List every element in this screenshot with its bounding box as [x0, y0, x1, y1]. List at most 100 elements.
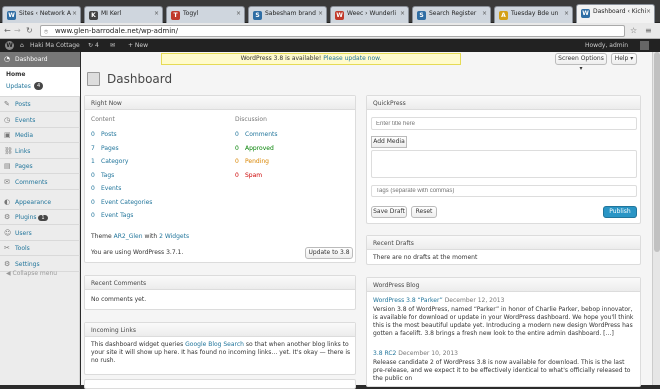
- close-tab-icon[interactable]: ×: [318, 10, 323, 17]
- sidebar-item-dashboard[interactable]: ◔ Dashboard: [0, 52, 80, 67]
- submenu-updates[interactable]: Updates: [6, 83, 31, 90]
- blog-post-link[interactable]: WordPress 3.8 “Parker”: [373, 297, 443, 304]
- browser-tab[interactable]: K MI Kerl ×: [84, 6, 163, 23]
- content-count-row[interactable]: 0 Event Categories: [91, 199, 152, 206]
- comments-icon[interactable]: ✉: [110, 42, 115, 49]
- post-content-textarea[interactable]: [371, 150, 637, 178]
- content-count-row[interactable]: 7 Pages: [91, 145, 119, 152]
- sidebar-item-tools[interactable]: ✂ Tools: [0, 241, 80, 257]
- back-icon[interactable]: ←: [4, 26, 11, 35]
- home-icon: ⌂: [20, 42, 24, 49]
- wordpress-blog-title[interactable]: WordPress Blog: [367, 278, 640, 292]
- recent-drafts-widget: Recent Drafts There are no drafts at the…: [366, 235, 641, 265]
- updates-icon[interactable]: ↻ 4: [88, 42, 99, 49]
- scrollbar-thumb[interactable]: [654, 52, 660, 252]
- page-scrollbar[interactable]: [652, 52, 660, 385]
- sidebar-item-label: Links: [15, 147, 31, 155]
- collapse-icon[interactable]: ◀ Collapse menu: [6, 270, 57, 277]
- dashboard-page-icon: [87, 72, 100, 86]
- tab-title: Sabesham brand: [265, 10, 316, 17]
- discussion-count-row[interactable]: 0 Spam: [235, 172, 262, 179]
- avatar[interactable]: [640, 41, 649, 50]
- browser-tab[interactable]: W Weec › Wunderli ×: [330, 6, 409, 23]
- next-widget: [84, 379, 356, 389]
- close-tab-icon[interactable]: ×: [236, 10, 241, 17]
- no-drafts-text: There are no drafts at the moment: [373, 254, 478, 261]
- theme-link[interactable]: AR2_Glen: [114, 233, 143, 240]
- address-bar[interactable]: ⌾ www.glen-barrodale.net/wp-admin/: [40, 25, 625, 37]
- incoming-links-widget: Incoming Links This dashboard widget que…: [84, 322, 356, 375]
- post-title-input[interactable]: [371, 117, 637, 130]
- sidebar-item-events[interactable]: ◷ Events: [0, 113, 80, 128]
- dashboard-icon: ◔: [4, 55, 11, 63]
- recent-drafts-title[interactable]: Recent Drafts: [367, 236, 640, 250]
- new-content-button[interactable]: + New: [128, 42, 148, 49]
- post-tags-input[interactable]: [371, 185, 637, 197]
- tab-title: Sites ‹ Network A: [19, 10, 71, 17]
- tab-title: MI Kerl: [101, 10, 122, 17]
- sidebar-item-label: Events: [15, 116, 36, 124]
- close-tab-icon[interactable]: ×: [72, 10, 77, 17]
- browser-tab[interactable]: W Sites ‹ Network A ×: [2, 6, 81, 23]
- content-count-row[interactable]: 0 Events: [91, 185, 121, 192]
- discussion-count-row[interactable]: 0 Approved: [235, 145, 274, 152]
- sidebar-item-posts[interactable]: ✎ Posts: [0, 97, 80, 112]
- help-button[interactable]: Help ▾: [611, 53, 637, 65]
- tab-favicon-icon: S: [253, 11, 262, 20]
- updates-count: 4: [94, 42, 99, 49]
- blog-post-excerpt: Version 3.8 of WordPress, named “Parker”…: [373, 306, 634, 337]
- google-blog-search-link[interactable]: Google Blog Search: [185, 341, 244, 348]
- browser-tab[interactable]: S Search Register ×: [412, 6, 491, 23]
- discussion-count-row[interactable]: 0 Pending: [235, 158, 269, 165]
- version-text: You are using WordPress 3.7.1.: [91, 249, 184, 256]
- sidebar-item-appearance[interactable]: ◐ Appearance: [0, 195, 80, 210]
- content-count-row[interactable]: 0 Posts: [91, 131, 117, 138]
- blog-post-link[interactable]: 3.8 RC2: [373, 350, 396, 357]
- sidebar-item-users[interactable]: ☺ Users: [0, 226, 80, 241]
- browser-tab[interactable]: A Tuesday Bde un ×: [494, 6, 573, 23]
- content-count-row[interactable]: 0 Tags: [91, 172, 114, 179]
- howdy-account-link[interactable]: Howdy, admin: [585, 42, 628, 49]
- bookmark-star-icon[interactable]: ☆: [630, 26, 637, 35]
- dashboard-submenu: Home Updates 4: [0, 67, 80, 97]
- close-tab-icon[interactable]: ×: [400, 10, 405, 17]
- sidebar-item-label: Tools: [15, 245, 30, 253]
- update-nag-text: WordPress 3.8 is available!: [240, 55, 322, 62]
- wordpress-logo-icon[interactable]: W: [5, 41, 14, 50]
- recent-comments-title[interactable]: Recent Comments: [85, 276, 355, 290]
- reset-button[interactable]: Reset: [411, 206, 437, 218]
- update-now-link[interactable]: Please update now.: [323, 55, 381, 62]
- close-tab-icon[interactable]: ×: [482, 10, 487, 17]
- close-tab-icon[interactable]: ×: [154, 10, 159, 17]
- page-icon: ⌾: [44, 28, 49, 36]
- update-wordpress-button[interactable]: Update to 3.8: [305, 247, 353, 259]
- incoming-links-title[interactable]: Incoming Links: [85, 323, 355, 337]
- screen-options-button[interactable]: Screen Options ▾: [555, 53, 607, 72]
- sidebar-item-media[interactable]: ▣ Media: [0, 128, 80, 144]
- publish-button[interactable]: Publish: [603, 206, 637, 218]
- sidebar-item-plugins[interactable]: ⚙ Plugins 1: [0, 210, 80, 226]
- forward-icon[interactable]: →: [14, 26, 21, 35]
- close-tab-icon[interactable]: ×: [646, 8, 651, 15]
- sidebar-item-comments[interactable]: ✉ Comments: [0, 175, 80, 190]
- discussion-count-row[interactable]: 0 Comments: [235, 131, 278, 138]
- browser-tab[interactable]: S Sabesham brand ×: [248, 6, 327, 23]
- browser-tab[interactable]: W Dashboard ‹ Kichi ×: [576, 4, 655, 23]
- wordpress-blog-widget: WordPress Blog WordPress 3.8 “Parker” De…: [366, 277, 641, 387]
- content-count-row[interactable]: 1 Category: [91, 158, 128, 165]
- sidebar-item-pages[interactable]: ▤ Pages: [0, 159, 80, 175]
- sidebar-item-links[interactable]: ⛓ Links: [0, 144, 80, 159]
- close-tab-icon[interactable]: ×: [564, 10, 569, 17]
- add-media-button[interactable]: Add Media: [371, 136, 407, 148]
- widgets-link[interactable]: 2 Widgets: [159, 233, 189, 240]
- submenu-home[interactable]: Home: [6, 71, 25, 78]
- reload-icon[interactable]: ↻: [26, 26, 33, 35]
- right-now-title[interactable]: Right Now: [85, 96, 355, 110]
- plugins-menu-icon: ⚙: [4, 213, 11, 222]
- quickpress-title[interactable]: QuickPress: [367, 96, 640, 110]
- browser-tab[interactable]: T Togyl ×: [166, 6, 245, 23]
- browser-menu-icon[interactable]: ≡: [645, 26, 652, 35]
- site-name-link[interactable]: Haki Ma Cottage: [30, 42, 80, 49]
- save-draft-button[interactable]: Save Draft: [371, 206, 407, 218]
- content-count-row[interactable]: 0 Event Tags: [91, 212, 133, 219]
